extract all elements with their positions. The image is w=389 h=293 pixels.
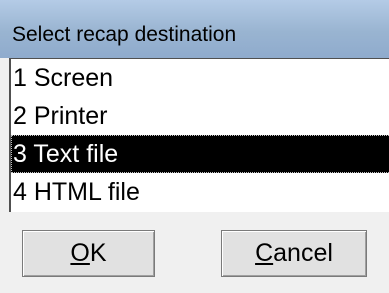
dialog-title-bar[interactable]: Select recap destination [0,0,389,58]
list-item-printer[interactable]: 2 Printer [11,97,389,135]
ok-accelerator-key: O [70,239,90,267]
cancel-accelerator-key: C [255,239,274,267]
list-item-screen[interactable]: 1 Screen [11,59,389,97]
ok-label-rest: K [89,239,107,267]
recap-destination-dialog: Select recap destination 1 Screen 2 Prin… [0,0,389,293]
list-item-text-file[interactable]: 3 Text file [11,135,389,173]
ok-button[interactable]: OK [22,230,155,277]
cancel-label-rest: ancel [273,239,333,267]
dialog-title: Select recap destination [12,23,237,46]
cancel-button[interactable]: Cancel [221,230,367,277]
list-item-html-file[interactable]: 4 HTML file [11,173,389,211]
destination-list[interactable]: 1 Screen 2 Printer 3 Text file 4 HTML fi… [9,58,389,212]
